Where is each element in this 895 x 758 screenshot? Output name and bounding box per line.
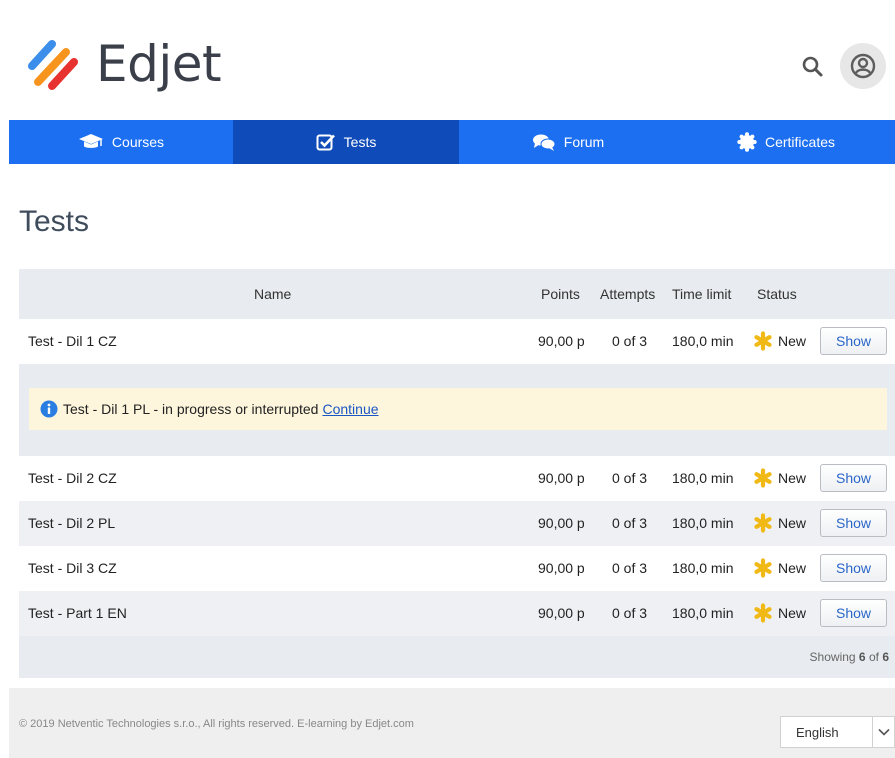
page-title: Tests xyxy=(19,205,90,238)
show-test-button[interactable]: Show xyxy=(820,554,887,582)
column-header-time-limit[interactable]: Time limit xyxy=(672,286,731,302)
test-attempts: 0 of 3 xyxy=(612,560,648,576)
nav-item-tests[interactable]: Tests xyxy=(233,120,459,164)
show-test-button[interactable]: Show xyxy=(820,599,887,627)
nav-item-courses[interactable]: Courses xyxy=(9,120,233,164)
status-label: New xyxy=(778,515,807,531)
test-points: 90,00 p xyxy=(538,470,585,486)
nav-item-label: Forum xyxy=(563,134,605,150)
chevron-down-icon xyxy=(872,717,894,747)
show-test-button[interactable]: Show xyxy=(820,509,887,537)
showing-total: 6 xyxy=(882,650,889,664)
graduation-cap-icon xyxy=(78,133,104,151)
in-progress-notice: Test - Dil 1 PL - in progress or interru… xyxy=(29,388,887,430)
table-row: Test - Dil 3 CZ 90,00 p 0 of 3 180,0 min… xyxy=(19,546,895,591)
info-icon xyxy=(40,400,58,418)
asterisk-star-icon xyxy=(753,558,773,578)
show-test-button[interactable]: Show xyxy=(820,327,887,355)
tests-table: Name Points Attempts Time limit Status T… xyxy=(19,269,895,678)
showing-prefix: Showing xyxy=(809,650,856,664)
asterisk-star-icon xyxy=(753,331,773,351)
status-label: New xyxy=(778,470,807,486)
brand-name: Edjet xyxy=(96,35,222,93)
language-select[interactable]: English xyxy=(780,716,895,748)
user-avatar-button[interactable] xyxy=(840,43,886,89)
asterisk-star-icon xyxy=(753,468,773,488)
notice-text: Test - Dil 1 PL - in progress or interru… xyxy=(63,401,319,417)
test-attempts: 0 of 3 xyxy=(612,515,648,531)
test-status: New xyxy=(753,603,806,623)
test-time-limit: 180,0 min xyxy=(672,560,734,576)
nav-item-forum[interactable]: Forum xyxy=(459,120,677,164)
user-circle-icon xyxy=(850,53,876,79)
continue-link[interactable]: Continue xyxy=(322,401,378,417)
test-time-limit: 180,0 min xyxy=(672,470,734,486)
certificate-icon xyxy=(737,132,757,152)
nav-item-label: Courses xyxy=(111,134,165,150)
test-points: 90,00 p xyxy=(538,560,585,576)
status-label: New xyxy=(778,333,807,349)
test-status: New xyxy=(753,468,806,488)
column-header-points[interactable]: Points xyxy=(541,286,580,302)
test-time-limit: 180,0 min xyxy=(672,333,734,349)
test-attempts: 0 of 3 xyxy=(612,470,648,486)
test-attempts: 0 of 3 xyxy=(612,605,648,621)
test-status: New xyxy=(753,558,806,578)
nav-item-label: Certificates xyxy=(764,134,836,150)
test-status: New xyxy=(753,331,806,351)
test-name: Test - Dil 3 CZ xyxy=(28,560,117,576)
test-name: Test - Dil 2 PL xyxy=(28,515,116,531)
test-name: Test - Part 1 EN xyxy=(28,605,127,621)
nav-item-certificates[interactable]: Certificates xyxy=(677,120,895,164)
nav-item-label: Tests xyxy=(343,134,377,150)
main-nav: Courses Tests Forum Certificates xyxy=(9,120,895,164)
column-header-attempts[interactable]: Attempts xyxy=(600,286,655,302)
footer: © 2019 Netventic Technologies s.r.o., Al… xyxy=(9,688,895,758)
language-value: English xyxy=(796,725,839,740)
table-row: Test - Dil 2 PL 90,00 p 0 of 3 180,0 min… xyxy=(19,501,895,546)
search-button[interactable] xyxy=(800,54,826,80)
test-time-limit: 180,0 min xyxy=(672,605,734,621)
search-icon xyxy=(802,56,823,77)
logo-mark-icon xyxy=(28,40,78,90)
test-time-limit: 180,0 min xyxy=(672,515,734,531)
pagination-summary: Showing 6 of 6 xyxy=(810,650,889,664)
test-status: New xyxy=(753,513,806,533)
test-points: 90,00 p xyxy=(538,515,585,531)
show-test-button[interactable]: Show xyxy=(820,464,887,492)
status-label: New xyxy=(778,560,807,576)
showing-of: of xyxy=(868,650,879,664)
column-header-name[interactable]: Name xyxy=(254,286,291,302)
asterisk-star-icon xyxy=(753,513,773,533)
showing-count: 6 xyxy=(858,650,866,664)
test-attempts: 0 of 3 xyxy=(612,333,648,349)
table-row: Test - Part 1 EN 90,00 p 0 of 3 180,0 mi… xyxy=(19,591,895,636)
test-points: 90,00 p xyxy=(538,605,585,621)
test-points: 90,00 p xyxy=(538,333,585,349)
status-label: New xyxy=(778,605,807,621)
check-square-icon xyxy=(316,133,336,151)
asterisk-star-icon xyxy=(753,603,773,623)
column-header-status[interactable]: Status xyxy=(757,286,797,302)
table-header: Name Points Attempts Time limit Status xyxy=(19,269,895,319)
test-name: Test - Dil 2 CZ xyxy=(28,470,117,486)
test-name: Test - Dil 1 CZ xyxy=(28,333,117,349)
header: Edjet xyxy=(0,0,895,120)
table-row: Test - Dil 1 CZ 90,00 p 0 of 3 180,0 min… xyxy=(19,319,895,364)
table-row: Test - Dil 2 CZ 90,00 p 0 of 3 180,0 min… xyxy=(19,456,895,501)
brand-logo[interactable]: Edjet xyxy=(26,35,222,93)
copyright-text: © 2019 Netventic Technologies s.r.o., Al… xyxy=(19,718,414,730)
comments-icon xyxy=(532,133,556,151)
